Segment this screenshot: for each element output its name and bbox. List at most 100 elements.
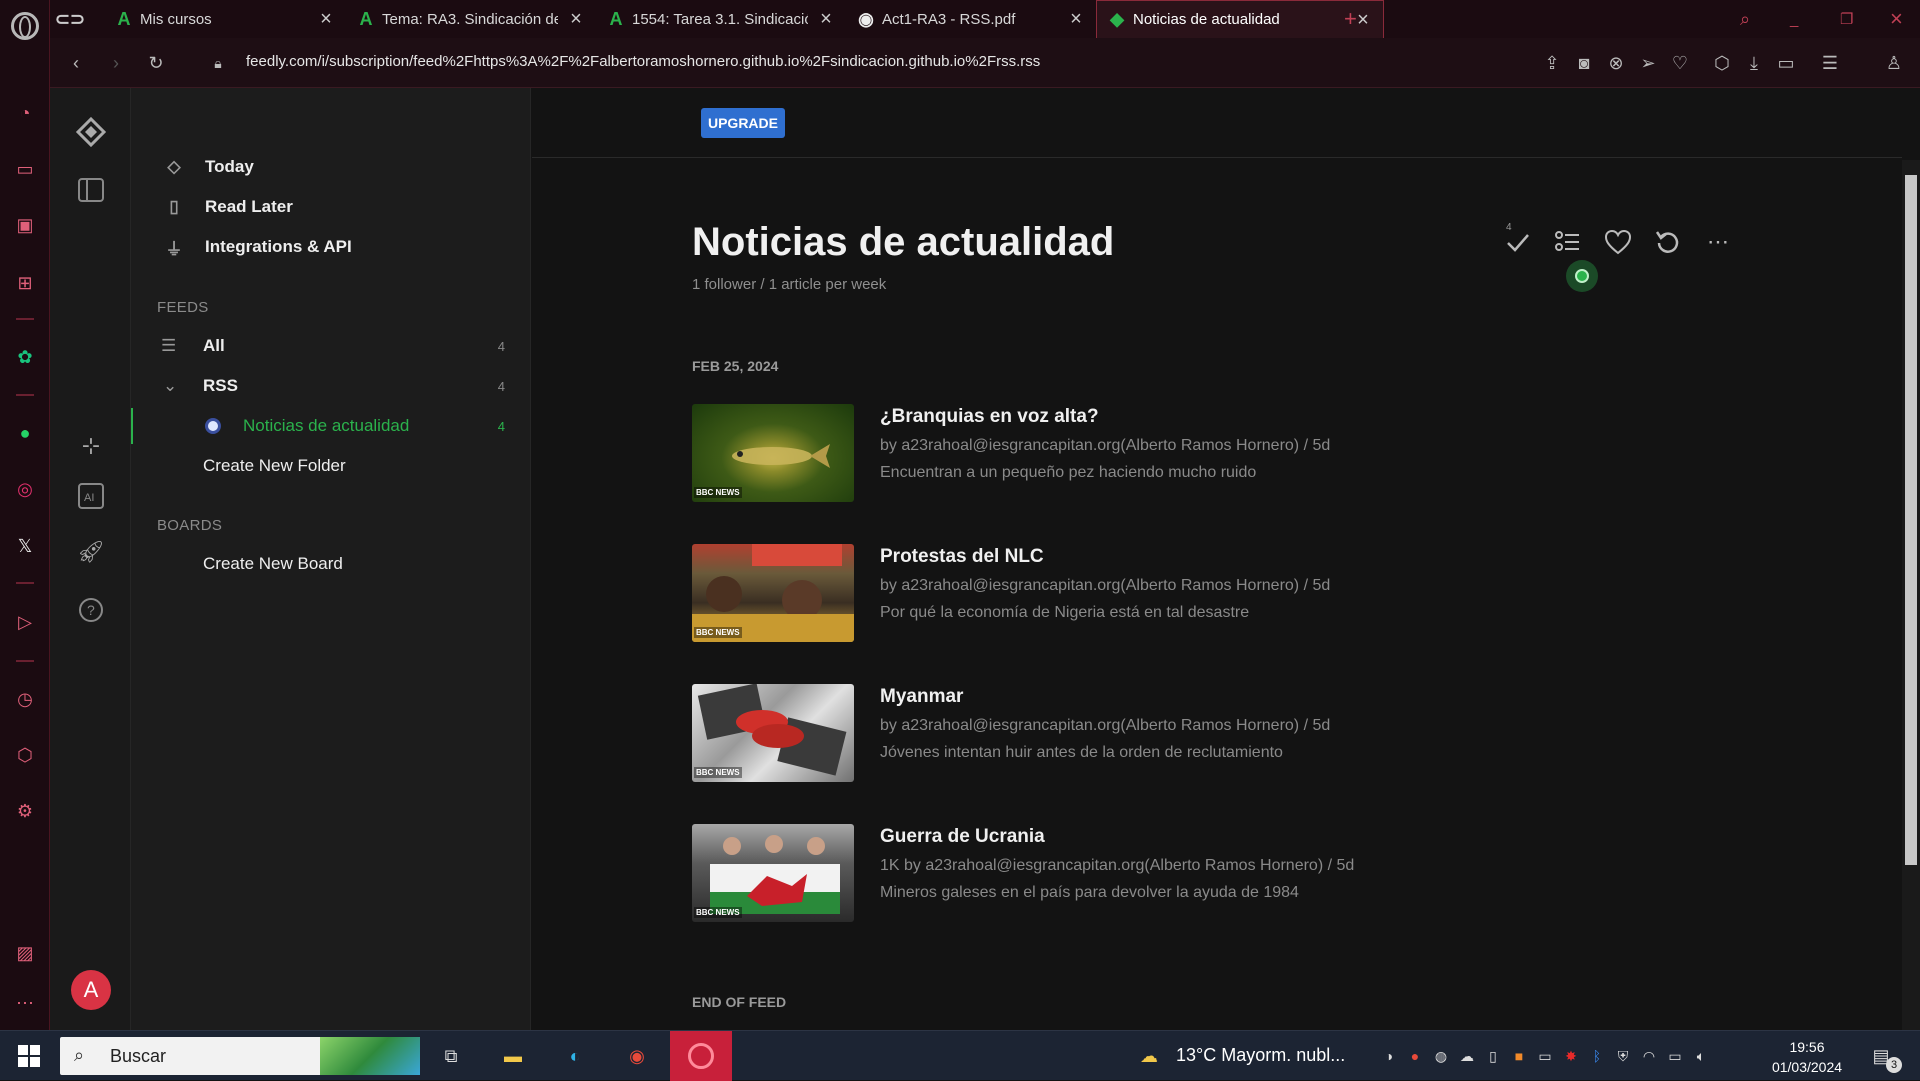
bbc-news-label: BBC NEWS <box>694 487 742 498</box>
feedly-logo-icon[interactable] <box>75 116 107 148</box>
nav-read-later[interactable]: ▯ Read Later <box>161 194 293 220</box>
upgrade-button[interactable]: UPGRADE <box>701 108 785 138</box>
chatgpt-icon[interactable]: ✿ <box>12 344 38 370</box>
nav-integrations[interactable]: ⏚ Integrations & API <box>161 234 352 260</box>
article-thumbnail[interactable]: BBC NEWS <box>692 824 854 922</box>
close-icon[interactable]: × <box>316 9 336 29</box>
edge-icon[interactable]: ◐ <box>560 1041 590 1071</box>
weather-text[interactable]: 13°C Mayorm. nubl... <box>1176 1045 1345 1066</box>
easy-setup-icon[interactable]: ☰ <box>1818 51 1842 75</box>
close-window-icon[interactable]: × <box>1880 0 1920 38</box>
article-title[interactable]: Protestas del NLC <box>880 546 1044 568</box>
url-field[interactable]: feedly.com/i/subscription/feed%2Fhttps%3… <box>246 53 1040 70</box>
article-item[interactable]: BBC NEWS Guerra de Ucrania 1K by a23raho… <box>692 824 1492 924</box>
svg-text:AI: AI <box>84 492 94 504</box>
scrollbar-thumb[interactable] <box>1905 175 1917 865</box>
camera-icon[interactable]: ◙ <box>1572 51 1596 75</box>
cube-icon[interactable]: ⬡ <box>12 742 38 768</box>
feed-all-count: 4 <box>497 338 505 354</box>
add-feed-icon[interactable]: ⊹ <box>75 430 107 462</box>
history-icon[interactable]: ◷ <box>12 686 38 712</box>
tab-mis-cursos[interactable]: A Mis cursos × <box>104 0 346 38</box>
instagram-icon[interactable]: ◎ <box>12 476 38 502</box>
search-tabs-icon[interactable]: ⌕ <box>1730 0 1770 38</box>
chevron-down-icon[interactable]: ⌄ <box>163 376 177 396</box>
restore-icon[interactable]: ❐ <box>1830 0 1870 38</box>
clock-time: 19:56 <box>1789 1039 1825 1055</box>
ai-icon[interactable]: AI <box>75 480 107 512</box>
article-title[interactable]: ¿Branquias en voz alta? <box>880 406 1099 428</box>
moodle-icon: A <box>117 8 131 29</box>
clock[interactable]: 19:56 01/03/2024 <box>1766 1037 1848 1077</box>
tab-act1-pdf[interactable]: ◉ Act1-RA3 - RSS.pdf × <box>846 0 1096 38</box>
plug-icon: ⏚ <box>165 239 183 259</box>
player-icon[interactable]: ▷ <box>12 609 38 635</box>
heart-icon[interactable]: ♡ <box>1668 51 1692 75</box>
workspace-icon[interactable]: ⊂⊃ <box>50 0 90 38</box>
create-folder-link[interactable]: Create New Folder <box>131 448 531 484</box>
feedly-nav-panel: ◇ Today ▯ Read Later ⏚ Integrations & AP… <box>131 88 531 1030</box>
avatar[interactable]: A <box>71 970 111 1010</box>
x-twitter-icon[interactable]: 𝕏 <box>12 533 38 559</box>
article-title[interactable]: Myanmar <box>880 686 963 708</box>
settings-gear-icon[interactable]: ⚙ <box>12 798 38 824</box>
more-options-icon[interactable]: ⋯ <box>1702 226 1734 258</box>
article-title[interactable]: Guerra de Ucrania <box>880 826 1045 848</box>
windows-start-icon[interactable] <box>14 1041 44 1071</box>
article-item[interactable]: BBC NEWS Protestas del NLC by a23rahoal@… <box>692 544 1492 644</box>
briefcase-icon[interactable]: ▭ <box>12 156 38 182</box>
toggle-sidebar-icon[interactable] <box>75 174 107 206</box>
download-icon[interactable]: ⤓ <box>1742 51 1766 75</box>
minimize-icon[interactable]: _ <box>1780 0 1820 38</box>
article-item[interactable]: BBC NEWS Myanmar by a23rahoal@iesgrancap… <box>692 684 1492 784</box>
share-icon[interactable]: ⇪ <box>1540 51 1564 75</box>
chip-icon[interactable]: ⊞ <box>12 270 38 296</box>
twitch-icon[interactable]: ▣ <box>12 212 38 238</box>
opera-taskbar-button[interactable] <box>670 1031 732 1081</box>
tab-tarea-3-1[interactable]: A 1554: Tarea 3.1. Sindicación × <box>596 0 846 38</box>
feed-row-noticias[interactable]: Noticias de actualidad 4 <box>131 408 531 444</box>
feed-all-label: All <box>203 336 225 355</box>
help-icon[interactable]: ? <box>75 594 107 626</box>
speed-dial-icon[interactable]: ◔ <box>12 100 38 126</box>
tab-tema-ra3[interactable]: A Tema: RA3. Sindicación de c × <box>346 0 596 38</box>
opera-logo-icon[interactable] <box>11 12 39 40</box>
new-tab-plus-icon[interactable]: + <box>1334 0 1374 38</box>
scrollbar[interactable] <box>1902 160 1920 1030</box>
gallery-icon[interactable]: ▨ <box>12 940 38 966</box>
article-thumbnail[interactable]: BBC NEWS <box>692 544 854 642</box>
task-view-icon[interactable]: ⧉ <box>436 1041 466 1071</box>
back-icon[interactable]: ‹ <box>64 51 88 75</box>
article-summary: Por qué la economía de Nigeria está en t… <box>880 604 1250 621</box>
forward-icon[interactable]: › <box>104 51 128 75</box>
speaker-muted-icon[interactable]: 🔈︎ <box>1686 1041 1716 1071</box>
send-icon[interactable]: ➢ <box>1636 51 1660 75</box>
feed-row-all[interactable]: ☰ All 4 <box>131 328 531 364</box>
file-explorer-icon[interactable]: ▬ <box>498 1041 528 1071</box>
article-item[interactable]: BBC NEWS ¿Branquias en voz alta? by a23r… <box>692 404 1492 504</box>
close-icon[interactable]: × <box>566 9 586 29</box>
create-board-link[interactable]: Create New Board <box>131 546 531 582</box>
feed-row-rss[interactable]: ⌄ RSS 4 <box>131 368 531 404</box>
nav-today[interactable]: ◇ Today <box>161 154 253 180</box>
profile-icon[interactable]: ♙ <box>1882 51 1906 75</box>
whatsapp-icon[interactable]: ● <box>12 420 38 446</box>
feed-noticias-label: Noticias de actualidad <box>243 416 410 435</box>
extensions-cube-icon[interactable]: ⬡ <box>1710 51 1734 75</box>
adblock-icon[interactable]: ⊗ <box>1604 51 1628 75</box>
article-thumbnail[interactable]: BBC NEWS <box>692 684 854 782</box>
reload-icon[interactable]: ↻ <box>144 51 168 75</box>
close-icon[interactable]: × <box>1066 9 1086 29</box>
layout-list-icon[interactable] <box>1552 226 1584 258</box>
refresh-icon[interactable] <box>1652 226 1684 258</box>
more-dots-icon[interactable]: ⋯ <box>12 990 38 1016</box>
close-icon[interactable]: × <box>816 9 836 29</box>
taskbar-search[interactable]: ⌕ Buscar <box>60 1037 420 1075</box>
feed-rss-count: 4 <box>497 378 505 394</box>
chrome-icon[interactable]: ◉ <box>622 1041 652 1071</box>
article-thumbnail[interactable]: BBC NEWS <box>692 404 854 502</box>
rocket-icon[interactable]: 🚀︎ <box>75 536 107 568</box>
create-board-label: Create New Board <box>203 554 343 573</box>
battery-saver-icon[interactable]: ▭ <box>1774 51 1798 75</box>
follow-heart-icon[interactable] <box>1602 226 1634 258</box>
